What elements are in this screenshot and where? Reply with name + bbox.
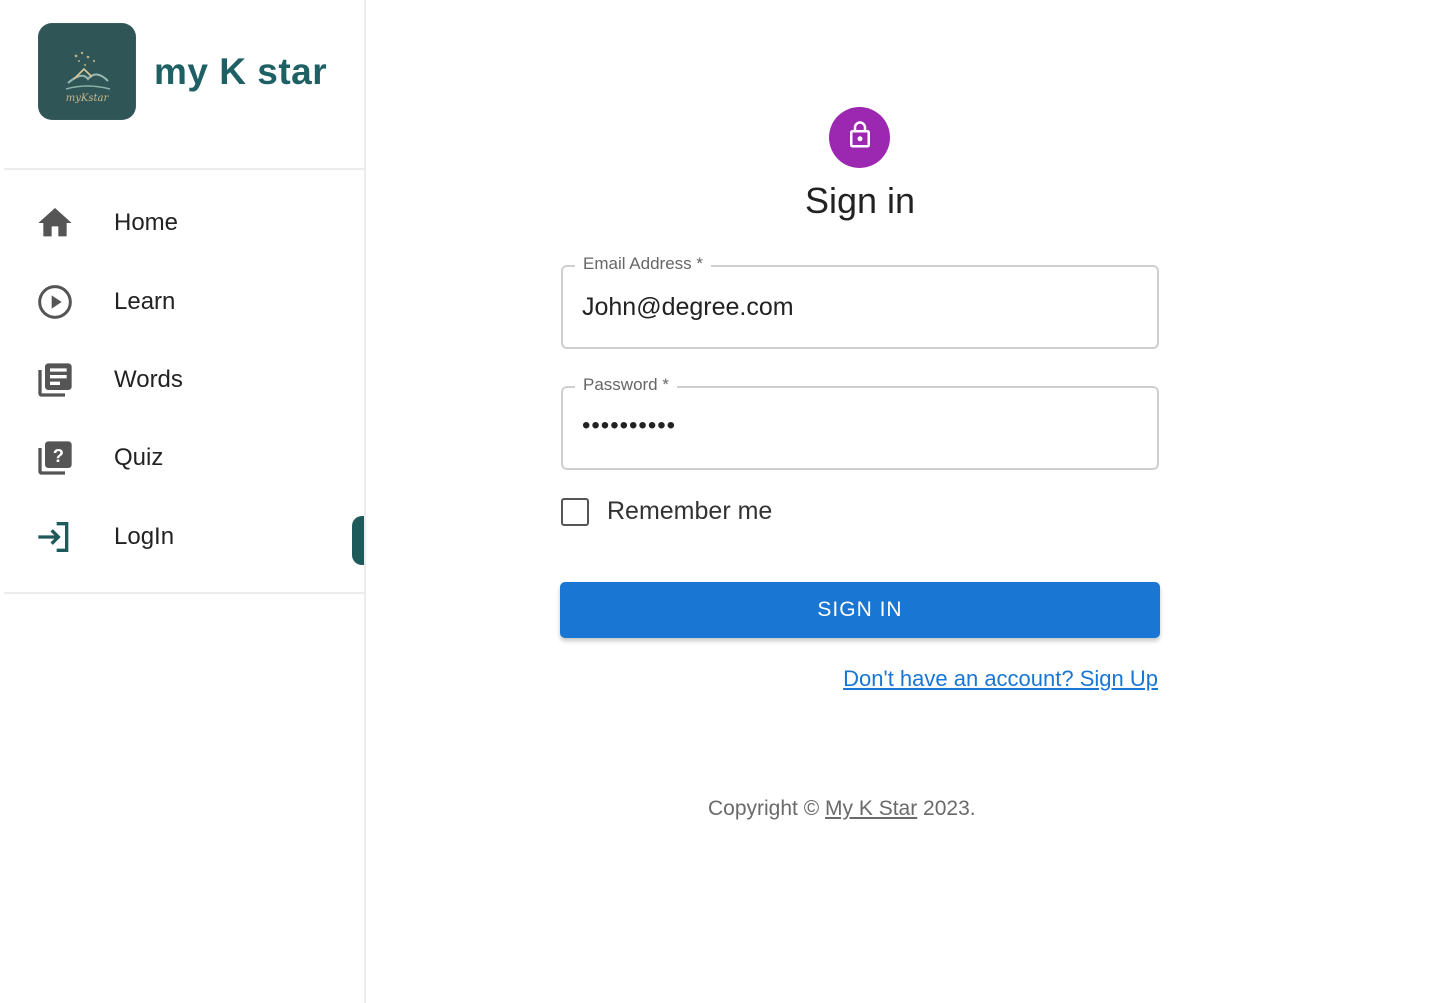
lock-icon bbox=[845, 120, 875, 155]
app-logo: myKstar bbox=[38, 23, 136, 120]
email-field[interactable]: Email Address * bbox=[561, 254, 1159, 349]
sidebar-item-label: LogIn bbox=[114, 523, 175, 550]
copyright-prefix: Copyright © bbox=[708, 797, 826, 820]
signin-panel: Sign in Email Address * Password * •••••… bbox=[368, 0, 1440, 1003]
brand[interactable]: myKstar my K star bbox=[38, 23, 327, 120]
page-title: Sign in bbox=[804, 180, 916, 221]
quiz-icon: ? bbox=[35, 438, 75, 478]
copyright-suffix: 2023. bbox=[917, 797, 976, 820]
sidebar-item-quiz[interactable]: ? Quiz bbox=[0, 426, 366, 490]
sidebar-item-words[interactable]: Words bbox=[0, 348, 366, 412]
sidebar-item-home[interactable]: Home bbox=[0, 191, 366, 255]
sidebar-item-label: Home bbox=[114, 209, 179, 236]
sidebar: myKstar my K star Home Learn Words ? Qui… bbox=[0, 0, 366, 1003]
email-field-label: Email Address * bbox=[575, 254, 711, 274]
sidebar-item-label: Words bbox=[114, 366, 183, 393]
library-books-icon bbox=[35, 360, 75, 400]
sidebar-item-login[interactable]: LogIn bbox=[0, 505, 366, 569]
play-circle-icon bbox=[35, 282, 75, 322]
remember-me[interactable]: Remember me bbox=[561, 497, 772, 526]
sidebar-item-learn[interactable]: Learn bbox=[0, 270, 366, 334]
remember-me-label: Remember me bbox=[607, 497, 773, 525]
email-input[interactable] bbox=[582, 293, 1142, 322]
copyright-link[interactable]: My K Star bbox=[825, 797, 917, 820]
sidebar-divider-bottom bbox=[4, 592, 364, 594]
sidebar-item-label: Quiz bbox=[114, 444, 164, 471]
login-icon bbox=[35, 517, 75, 557]
lock-avatar bbox=[829, 107, 890, 168]
password-field-label: Password * bbox=[575, 375, 677, 395]
password-input[interactable]: •••••••••• bbox=[582, 412, 1142, 440]
copyright: Copyright © My K Star 2023. bbox=[708, 797, 1008, 821]
password-field[interactable]: Password * •••••••••• bbox=[561, 375, 1159, 470]
svg-text:?: ? bbox=[53, 445, 64, 466]
sidebar-item-label: Learn bbox=[114, 288, 176, 315]
remember-me-checkbox[interactable] bbox=[561, 497, 589, 526]
home-icon bbox=[35, 203, 75, 243]
sidebar-divider-top bbox=[4, 168, 364, 170]
brand-name: my K star bbox=[154, 50, 328, 92]
sign-in-button[interactable]: SIGN IN bbox=[560, 582, 1160, 638]
svg-text:myKstar: myKstar bbox=[66, 93, 110, 104]
sign-up-link[interactable]: Don't have an account? Sign Up bbox=[843, 666, 1158, 692]
